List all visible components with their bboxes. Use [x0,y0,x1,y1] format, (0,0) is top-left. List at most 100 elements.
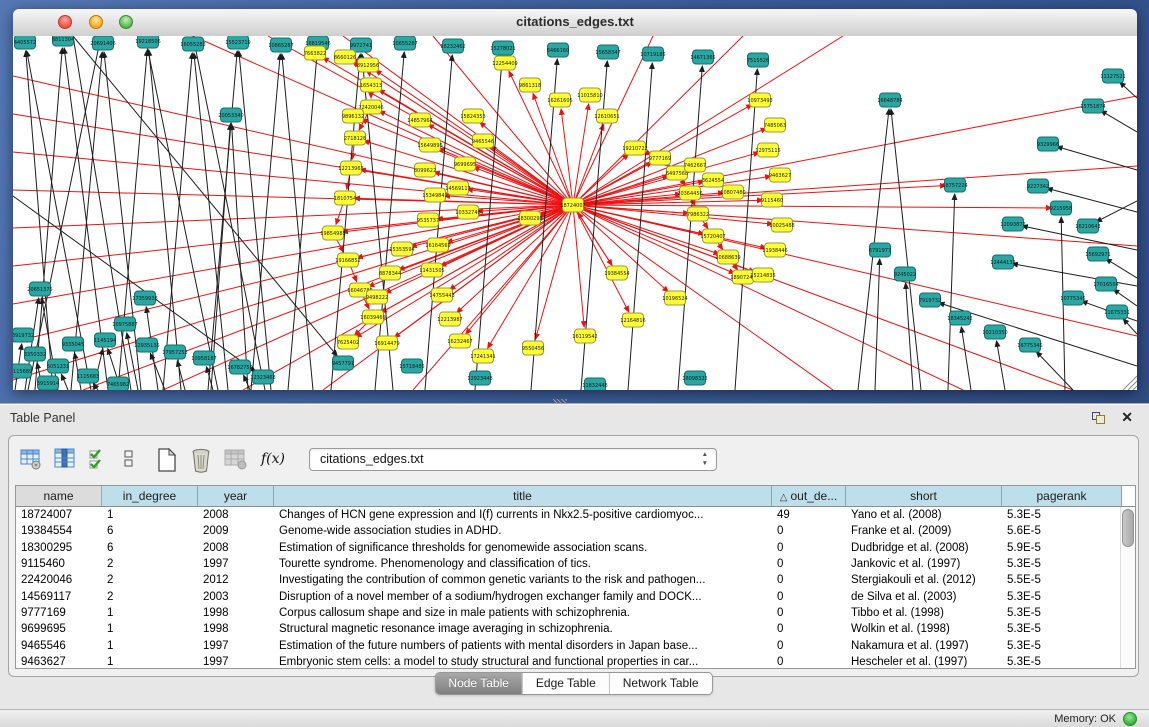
graph-edge[interactable] [73,36,337,356]
table-cell[interactable]: Stergiakouli et al. (2012) [846,574,1002,586]
table-cell[interactable]: 49 [772,509,846,521]
table-cell[interactable]: 5.3E-5 [1002,640,1122,652]
table-cell[interactable]: 18300295 [16,542,102,554]
column-header[interactable]: title [274,486,772,506]
table-cell[interactable]: 19384554 [16,525,102,537]
table-cell[interactable]: 1997 [198,558,274,570]
table-cell[interactable]: 2009 [198,525,274,537]
graph-edge[interactable] [1057,147,1137,170]
table-cell[interactable]: 14569117 [16,591,102,603]
graph-edge[interactable] [211,124,230,390]
table-cell[interactable]: 2 [102,558,198,570]
network-canvas[interactable]: 4405572881130420691406192185061605528315… [13,36,1137,390]
table-cell[interactable]: 5.5E-5 [1002,574,1122,586]
table-cell[interactable]: 5.3E-5 [1002,591,1122,603]
graph-edge[interactable] [1113,289,1137,306]
table-cell[interactable]: 9699695 [16,623,102,635]
table-cell[interactable]: Embryonic stem cells: a model to study s… [274,656,772,668]
table-cell[interactable]: Nakamura et al. (1997) [846,640,1002,652]
graph-edge[interactable] [678,66,702,390]
table-row[interactable]: 946362711997Embryonic stem cells: a mode… [16,654,1135,669]
function-builder-icon[interactable]: f(x) [255,450,291,468]
table-cell[interactable]: 9463627 [16,656,102,668]
scrollbar-thumb[interactable] [1122,509,1134,547]
table-cell[interactable]: 0 [772,574,846,586]
graph-edge[interactable] [232,124,248,390]
table-cell[interactable]: 5.3E-5 [1002,623,1122,635]
graph-edge[interactable] [177,361,185,390]
panel-resize-grip[interactable] [553,399,567,404]
table-cell[interactable]: 5.3E-5 [1002,558,1122,570]
table-cell[interactable]: Structural magnetic resonance image aver… [274,623,772,635]
table-cell[interactable]: Tourette syndrome. Phenomenology and cla… [274,558,772,570]
table-cell[interactable]: 2012 [198,574,274,586]
table-cell[interactable]: 5.3E-5 [1002,509,1122,521]
table-cell[interactable]: 5.3E-5 [1002,607,1122,619]
table-cell[interactable]: 1997 [198,640,274,652]
column-header[interactable]: △out_de... [772,486,846,506]
graph-edge[interactable] [509,71,573,205]
column-header[interactable]: year [198,486,274,506]
table-cell[interactable]: 6 [102,525,198,537]
column-header[interactable]: short [846,486,1002,506]
graph-edge[interactable] [1101,111,1137,132]
table-cell[interactable]: 1 [102,623,198,635]
table-cell[interactable]: 0 [772,607,846,619]
table-cell[interactable]: 1997 [198,656,274,668]
create-table-icon[interactable] [153,445,183,473]
tab-edge-table[interactable]: Edge Table [522,673,609,694]
table-row[interactable]: 977716911998Corpus callosum shape and si… [16,605,1135,621]
tab-node-table[interactable]: Node Table [435,673,522,694]
table-cell[interactable]: 0 [772,558,846,570]
column-header[interactable]: in_degree [102,486,198,506]
table-cell[interactable]: 9777169 [16,607,102,619]
table-cell[interactable]: Estimation of the future numbers of pati… [274,640,772,652]
table-cell[interactable]: 5.3E-5 [1002,656,1122,668]
table-settings-icon[interactable] [17,445,47,473]
column-header[interactable]: name [16,486,102,506]
graph-edge[interactable] [1036,352,1073,390]
node-table[interactable]: namein_degreeyeartitle△out_de...shortpag… [15,485,1136,669]
table-cell[interactable]: Estimation of significance thresholds fo… [274,542,772,554]
table-cell[interactable]: 9115460 [16,558,102,570]
table-cell[interactable]: 1 [102,509,198,521]
table-row[interactable]: 2242004622012Investigating the contribut… [16,572,1135,588]
close-panel-icon[interactable]: ✕ [1121,409,1133,425]
table-cell[interactable]: 6 [102,542,198,554]
table-cell[interactable]: 2 [102,574,198,586]
table-cell[interactable]: Disruption of a novel member of a sodium… [274,591,772,603]
table-cell[interactable]: 1998 [198,607,274,619]
table-cell[interactable]: 0 [772,525,846,537]
graph-edge[interactable] [573,205,1052,208]
table-cell[interactable]: 1 [102,640,198,652]
table-cell[interactable]: 2 [102,591,198,603]
table-cell[interactable]: Dudbridge et al. (2008) [846,542,1002,554]
graph-edge[interactable] [61,374,68,390]
table-cell[interactable]: 0 [772,640,846,652]
graph-edge[interactable] [535,205,573,339]
table-cell[interactable]: 5.9E-5 [1002,542,1122,554]
graph-edge[interactable] [282,54,313,390]
table-cell[interactable]: 22420046 [16,574,102,586]
table-cell[interactable]: 9465546 [16,640,102,652]
column-header[interactable]: pagerank [1002,486,1122,506]
table-cell[interactable]: Jankovic et al. (1997) [846,558,1002,570]
network-window-titlebar[interactable]: citations_edges.txt [13,9,1137,37]
graph-edge[interactable] [1096,201,1137,222]
table-row[interactable]: 1938455462009Genome-wide association stu… [16,523,1135,539]
select-column-icon[interactable] [51,445,81,473]
tab-network-table[interactable]: Network Table [609,673,712,694]
table-scrollbar[interactable] [1120,507,1135,668]
table-row[interactable]: 946554611997Estimation of the future num… [16,637,1135,653]
table-cell[interactable]: Franke et al. (2009) [846,525,1002,537]
graph-edge[interactable] [875,259,880,390]
graph-edge[interactable] [573,104,589,205]
select-rows-icon[interactable] [85,445,115,473]
graph-edge[interactable] [735,69,757,390]
graph-edge[interactable] [1106,259,1137,278]
table-row[interactable]: 911546021997Tourette syndrome. Phenomeno… [16,556,1135,572]
table-cell[interactable]: 0 [772,542,846,554]
table-cell[interactable]: Tibbo et al. (1998) [846,607,1002,619]
table-cell[interactable]: Corpus callosum shape and size in male p… [274,607,772,619]
window-resize-grip[interactable] [1123,376,1137,390]
